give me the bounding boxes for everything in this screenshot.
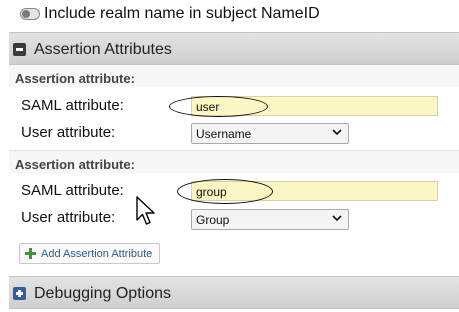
user-attribute-select[interactable]: Group [191,209,349,230]
user-attribute-select-value: Username [196,127,252,141]
assertion-attributes-title: Assertion Attributes [34,41,172,58]
add-assertion-attribute-label: Add Assertion Attribute [41,248,153,260]
debugging-options-title: Debugging Options [34,285,171,302]
saml-attribute-label: SAML attribute: [21,182,124,199]
collapse-minus-icon[interactable] [13,43,26,56]
chevron-down-icon [332,129,342,136]
annotation-ellipse [169,96,268,117]
toggle-knob [22,10,30,18]
add-assertion-attribute-button[interactable]: Add Assertion Attribute [19,243,160,264]
user-attribute-label: User attribute: [21,124,116,141]
chevron-down-icon [332,215,342,222]
realm-name-toggle-label: Include realm name in subject NameID [44,5,320,22]
assertion-attributes-header[interactable]: Assertion Attributes [9,32,459,65]
user-attribute-select[interactable]: Username [191,123,349,144]
plus-icon [25,248,36,259]
debugging-options-header[interactable]: Debugging Options [9,276,459,309]
realm-name-toggle[interactable] [20,8,40,20]
realm-name-toggle-row: Include realm name in subject NameID [0,0,459,30]
annotation-ellipse [177,179,273,204]
user-attribute-select-value: Group [196,213,230,227]
user-attribute-label: User attribute: [21,209,116,226]
assertion-attribute-heading: Assertion attribute: [15,71,135,86]
assertion-attribute-heading: Assertion attribute: [15,157,135,172]
saml-attribute-label: SAML attribute: [21,97,124,114]
mouse-cursor-icon [136,196,155,225]
expand-plus-icon[interactable] [13,287,26,300]
